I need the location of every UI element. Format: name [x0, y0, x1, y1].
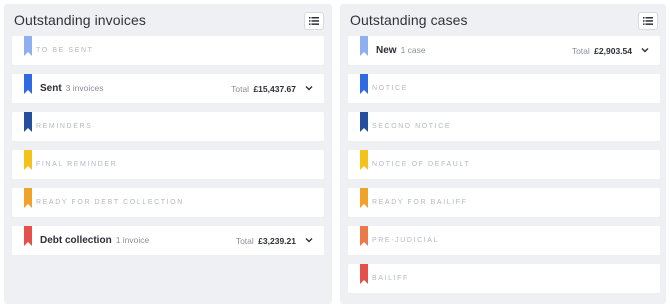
list-view-button[interactable] — [638, 12, 658, 30]
chevron-down-icon[interactable] — [304, 235, 314, 245]
chevron-down-icon[interactable] — [304, 83, 314, 93]
status-label: FINAL REMINDER — [36, 161, 118, 168]
status-label: PRE-JUDICIAL — [372, 237, 440, 244]
row-notice[interactable]: NOTICE — [348, 74, 660, 103]
panel-title: Outstanding cases — [350, 12, 468, 28]
total-amount: £2,903.54 — [594, 45, 632, 56]
status-label: New 1 case — [376, 45, 426, 56]
chevron-down-icon[interactable] — [640, 45, 650, 55]
row-final-reminder[interactable]: FINAL REMINDER — [12, 150, 324, 179]
row-to-be-sent[interactable]: TO BE SENT — [12, 36, 324, 65]
status-label: NOTICE — [372, 85, 409, 92]
status-total: Total £3,239.21 — [236, 236, 296, 246]
status-name: New — [376, 45, 397, 56]
total-amount: £3,239.21 — [258, 235, 296, 246]
bookmark-icon — [24, 188, 32, 208]
bookmark-icon — [24, 36, 32, 56]
row-new[interactable]: New 1 case Total £2,903.54 — [348, 36, 660, 65]
status-label: SECOND NOTICE — [372, 123, 452, 130]
status-label: REMINDERS — [36, 123, 93, 130]
status-count: 3 invoices — [65, 83, 104, 93]
list-icon — [643, 17, 653, 25]
status-label: NOTICE OF DEFAULT — [372, 161, 471, 168]
status-count: 1 invoice — [115, 235, 150, 245]
bookmark-icon — [360, 36, 368, 56]
status-label: TO BE SENT — [36, 47, 94, 54]
bookmark-icon — [24, 150, 32, 170]
bookmark-icon — [360, 112, 368, 132]
bookmark-icon — [360, 264, 368, 284]
panel-title: Outstanding invoices — [14, 12, 146, 28]
row-debt-collection[interactable]: Debt collection 1 invoice Total £3,239.21 — [12, 226, 324, 255]
status-label: BAILIFF — [372, 275, 409, 282]
status-label: READY FOR DEBT COLLECTION — [36, 199, 184, 206]
status-name: Sent — [40, 83, 62, 94]
row-notice-of-default[interactable]: NOTICE OF DEFAULT — [348, 150, 660, 179]
bookmark-icon — [360, 226, 368, 246]
row-ready-for-bailiff[interactable]: READY FOR BAILIFF — [348, 188, 660, 217]
bookmark-icon — [360, 150, 368, 170]
row-second-notice[interactable]: SECOND NOTICE — [348, 112, 660, 141]
bookmark-icon — [360, 74, 368, 94]
total-amount: £15,437.67 — [253, 83, 296, 94]
row-reminders[interactable]: REMINDERS — [12, 112, 324, 141]
status-name: Debt collection — [40, 235, 112, 246]
bookmark-icon — [24, 112, 32, 132]
row-bailiff[interactable]: BAILIFF — [348, 264, 660, 293]
case-status-list: New 1 case Total £2,903.54 NOTICE SECOND … — [348, 36, 660, 302]
status-total: Total £2,903.54 — [572, 46, 632, 56]
outstanding-cases-panel: Outstanding cases New 1 case Total £2,903… — [340, 4, 666, 304]
status-count: 1 case — [400, 45, 426, 55]
bookmark-icon — [24, 74, 32, 94]
bookmark-icon — [24, 226, 32, 246]
total-label: Total — [235, 235, 254, 246]
bookmark-icon — [360, 188, 368, 208]
row-sent[interactable]: Sent 3 invoices Total £15,437.67 — [12, 74, 324, 103]
list-view-button[interactable] — [304, 12, 324, 30]
status-label: READY FOR BAILIFF — [372, 199, 468, 206]
total-label: Total — [571, 45, 590, 56]
row-pre-judicial[interactable]: PRE-JUDICIAL — [348, 226, 660, 255]
status-label: Sent 3 invoices — [40, 83, 103, 94]
status-label: Debt collection 1 invoice — [40, 235, 149, 246]
row-ready-for-debt-collection[interactable]: READY FOR DEBT COLLECTION — [12, 188, 324, 217]
total-label: Total — [231, 83, 250, 94]
outstanding-invoices-panel: Outstanding invoices TO BE SENT Sent 3 in… — [4, 4, 332, 304]
invoice-status-list: TO BE SENT Sent 3 invoices Total £15,437.… — [12, 36, 324, 264]
list-icon — [309, 17, 319, 25]
status-total: Total £15,437.67 — [231, 84, 296, 94]
